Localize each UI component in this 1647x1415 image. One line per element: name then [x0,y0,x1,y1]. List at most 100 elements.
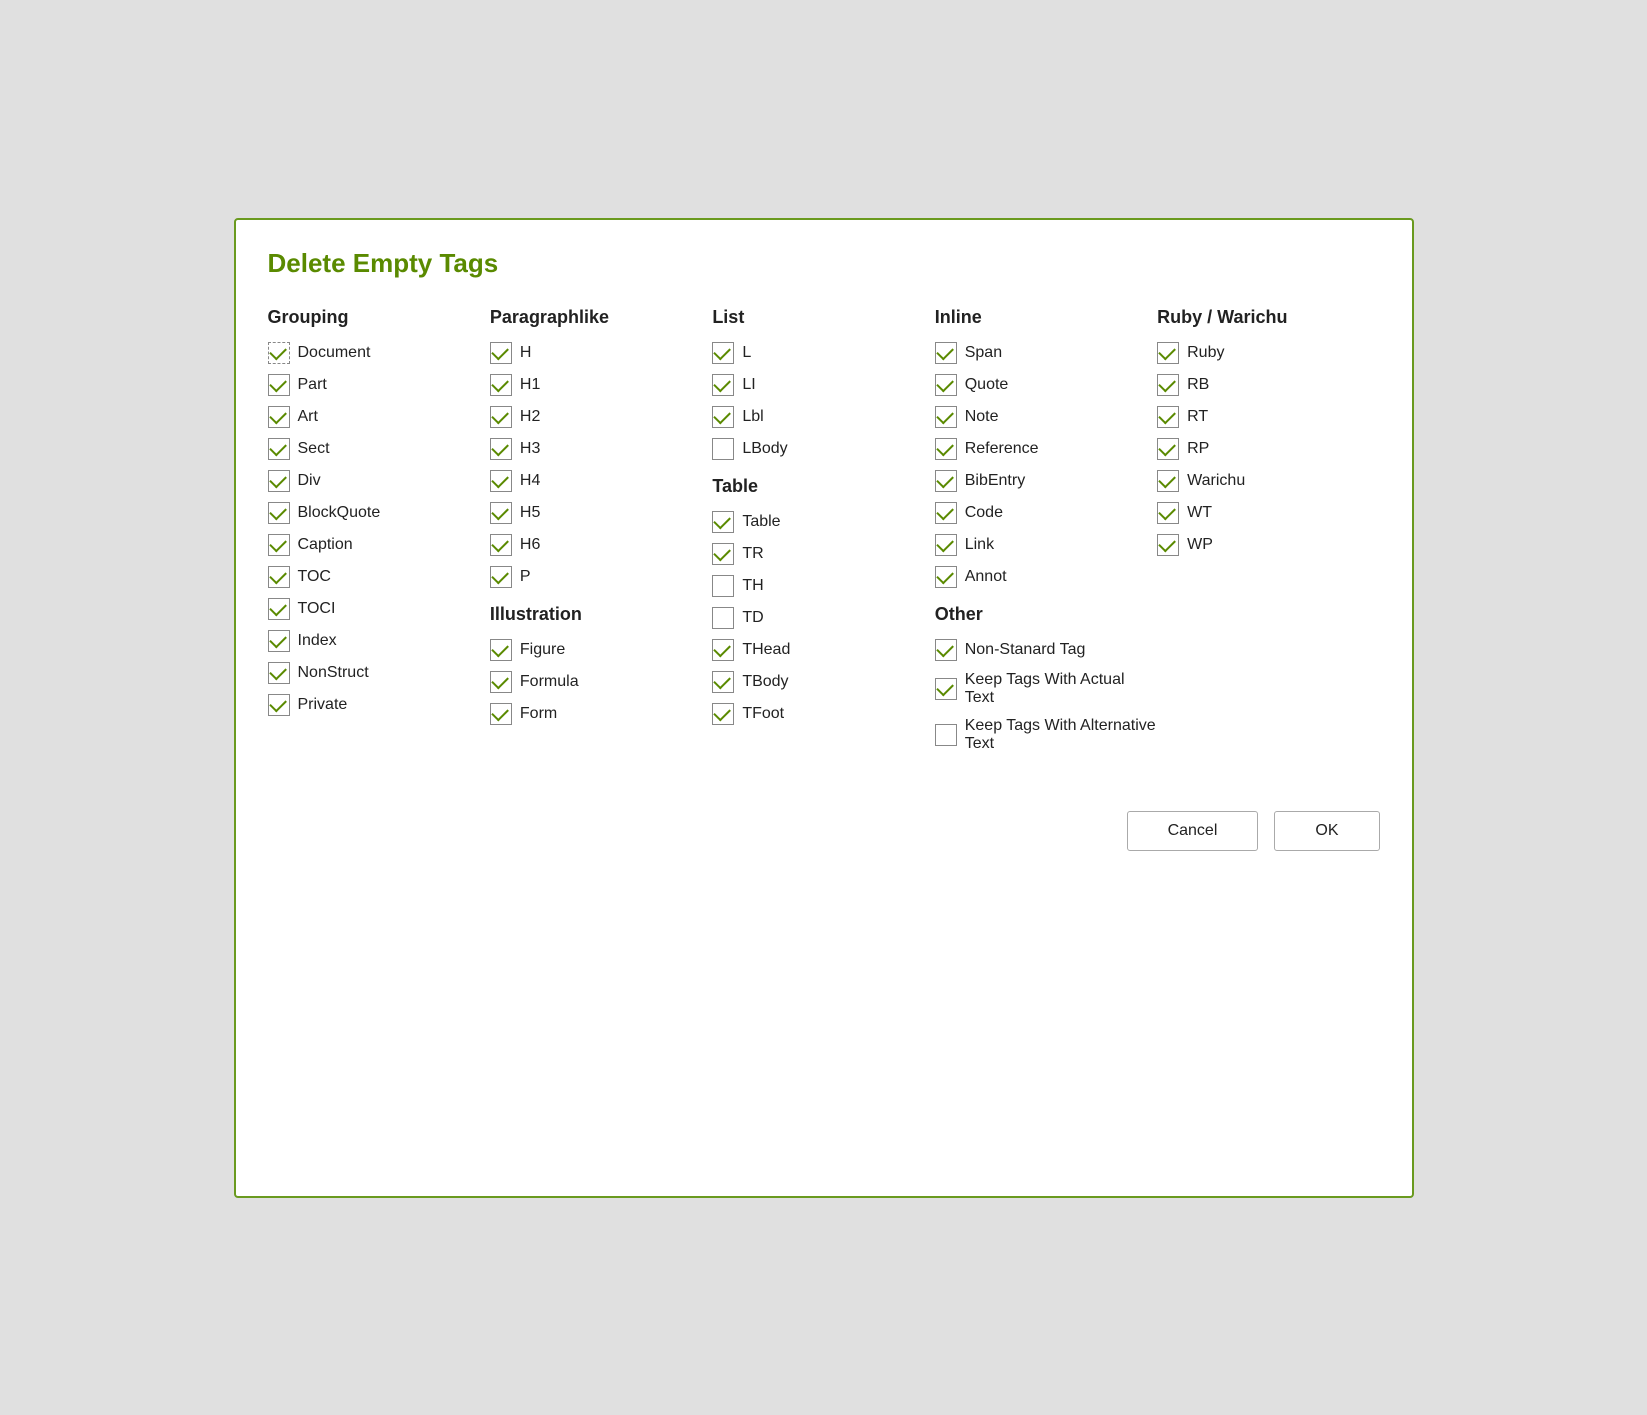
label-h5[interactable]: H5 [520,504,540,522]
label-toc[interactable]: TOC [298,568,331,586]
label-h3[interactable]: H3 [520,440,540,458]
label-wp[interactable]: WP [1187,536,1213,554]
checkbox-private[interactable] [268,694,290,716]
checkbox-figure[interactable] [490,639,512,661]
checkbox-blockquote[interactable] [268,502,290,524]
checkbox-rp[interactable] [1157,438,1179,460]
label-td[interactable]: TD [742,609,763,627]
checkbox-sect[interactable] [268,438,290,460]
label-nonstruct[interactable]: NonStruct [298,664,369,682]
label-rt[interactable]: RT [1187,408,1208,426]
label-non-standard-tag[interactable]: Non-Stanard Tag [965,641,1086,659]
label-bibentry[interactable]: BibEntry [965,472,1025,490]
checkbox-nonstruct[interactable] [268,662,290,684]
label-tfoot[interactable]: TFoot [742,705,784,723]
checkbox-document[interactable] [268,342,290,364]
checkbox-h3[interactable] [490,438,512,460]
checkbox-rb[interactable] [1157,374,1179,396]
ok-button[interactable]: OK [1274,811,1379,851]
checkbox-h6[interactable] [490,534,512,556]
label-toci[interactable]: TOCI [298,600,336,618]
label-h2[interactable]: H2 [520,408,540,426]
cancel-button[interactable]: Cancel [1127,811,1259,851]
label-note[interactable]: Note [965,408,999,426]
checkbox-li[interactable] [712,374,734,396]
label-quote[interactable]: Quote [965,376,1009,394]
label-lbl[interactable]: Lbl [742,408,763,426]
checkbox-rt[interactable] [1157,406,1179,428]
label-keep-alt-text[interactable]: Keep Tags With Alternative Text [965,717,1157,753]
label-span[interactable]: Span [965,344,1002,362]
label-tr[interactable]: TR [742,545,763,563]
checkbox-form[interactable] [490,703,512,725]
label-reference[interactable]: Reference [965,440,1039,458]
label-h1[interactable]: H1 [520,376,540,394]
checkbox-tfoot[interactable] [712,703,734,725]
checkbox-index[interactable] [268,630,290,652]
checkbox-lbl[interactable] [712,406,734,428]
checkbox-wp[interactable] [1157,534,1179,556]
label-h6[interactable]: H6 [520,536,540,554]
checkbox-h4[interactable] [490,470,512,492]
label-caption[interactable]: Caption [298,536,353,554]
label-form[interactable]: Form [520,705,557,723]
checkbox-part[interactable] [268,374,290,396]
checkbox-tr[interactable] [712,543,734,565]
label-document[interactable]: Document [298,344,371,362]
checkbox-h1[interactable] [490,374,512,396]
checkbox-warichu[interactable] [1157,470,1179,492]
label-figure[interactable]: Figure [520,641,565,659]
checkbox-link[interactable] [935,534,957,556]
checkbox-caption[interactable] [268,534,290,556]
checkbox-non-standard-tag[interactable] [935,639,957,661]
label-li[interactable]: LI [742,376,755,394]
label-l[interactable]: L [742,344,751,362]
label-div[interactable]: Div [298,472,321,490]
label-rp[interactable]: RP [1187,440,1209,458]
label-annot[interactable]: Annot [965,568,1007,586]
label-blockquote[interactable]: BlockQuote [298,504,381,522]
label-ruby[interactable]: Ruby [1187,344,1224,362]
label-part[interactable]: Part [298,376,327,394]
checkbox-table[interactable] [712,511,734,533]
checkbox-span[interactable] [935,342,957,364]
checkbox-td[interactable] [712,607,734,629]
checkbox-reference[interactable] [935,438,957,460]
label-sect[interactable]: Sect [298,440,330,458]
label-thead[interactable]: THead [742,641,790,659]
label-lbody[interactable]: LBody [742,440,787,458]
checkbox-bibentry[interactable] [935,470,957,492]
checkbox-art[interactable] [268,406,290,428]
checkbox-thead[interactable] [712,639,734,661]
checkbox-formula[interactable] [490,671,512,693]
label-formula[interactable]: Formula [520,673,579,691]
checkbox-wt[interactable] [1157,502,1179,524]
checkbox-keep-actual-text[interactable] [935,678,957,700]
label-link[interactable]: Link [965,536,994,554]
label-tbody[interactable]: TBody [742,673,788,691]
label-keep-actual-text[interactable]: Keep Tags With Actual Text [965,671,1157,707]
checkbox-h[interactable] [490,342,512,364]
label-art[interactable]: Art [298,408,318,426]
checkbox-keep-alt-text[interactable] [935,724,957,746]
label-table[interactable]: Table [742,513,780,531]
checkbox-p[interactable] [490,566,512,588]
label-rb[interactable]: RB [1187,376,1209,394]
checkbox-toc[interactable] [268,566,290,588]
checkbox-h5[interactable] [490,502,512,524]
checkbox-note[interactable] [935,406,957,428]
label-h[interactable]: H [520,344,532,362]
checkbox-code[interactable] [935,502,957,524]
checkbox-ruby[interactable] [1157,342,1179,364]
checkbox-h2[interactable] [490,406,512,428]
checkbox-tbody[interactable] [712,671,734,693]
label-h4[interactable]: H4 [520,472,540,490]
checkbox-toci[interactable] [268,598,290,620]
label-private[interactable]: Private [298,696,348,714]
label-code[interactable]: Code [965,504,1003,522]
checkbox-lbody[interactable] [712,438,734,460]
label-wt[interactable]: WT [1187,504,1212,522]
checkbox-th[interactable] [712,575,734,597]
checkbox-annot[interactable] [935,566,957,588]
label-warichu[interactable]: Warichu [1187,472,1245,490]
